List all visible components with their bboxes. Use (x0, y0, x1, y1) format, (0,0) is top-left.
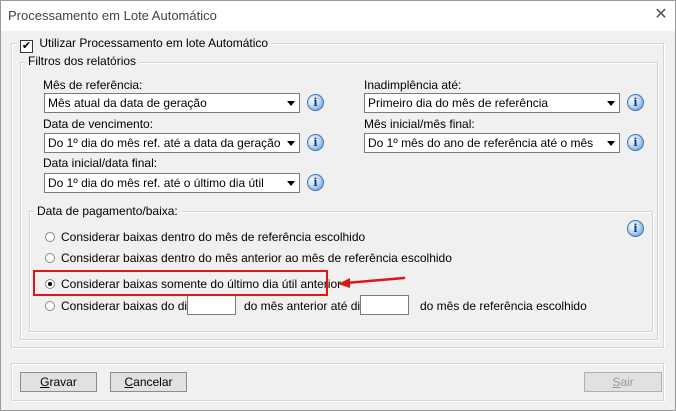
due-date-value: Do 1º dia do mês ref. até a data da gera… (48, 136, 281, 150)
auto-batch-label[interactable]: Utilizar Processamento em lote Automátic… (39, 36, 268, 50)
cancel-button[interactable]: Cancelar (110, 372, 187, 392)
auto-batch-checkbox[interactable]: ✔ (20, 40, 33, 53)
default-until-select[interactable]: Primeiro dia do mês de referência (364, 93, 620, 113)
annotation-arrow-icon (338, 276, 406, 288)
window-title: Processamento em Lote Automático (8, 8, 217, 23)
day-to-input[interactable] (360, 295, 409, 315)
save-button-label: ravar (49, 375, 77, 389)
chevron-down-icon[interactable] (282, 174, 299, 192)
bottom-bar (11, 363, 664, 401)
initial-final-month-value: Do 1º mês do ano de referência até o mês… (368, 136, 596, 150)
info-icon[interactable]: i (307, 134, 324, 151)
filters-legend: Filtros dos relatórios (25, 54, 140, 68)
chevron-down-icon[interactable] (602, 134, 619, 152)
info-icon[interactable]: i (627, 134, 644, 151)
payment-custom-prefix[interactable]: Considerar baixas do dia (61, 299, 194, 313)
initial-final-date-value: Do 1º dia do mês ref. até o último dia ú… (48, 176, 264, 190)
annotation-highlight-box (33, 270, 328, 296)
chevron-down-icon[interactable] (602, 94, 619, 112)
initial-final-month-label: Mês inicial/mês final: (364, 117, 475, 131)
payment-option-radio[interactable] (45, 232, 55, 242)
payment-custom-radio[interactable] (45, 301, 55, 311)
payment-custom-middle: do mês anterior até dia (244, 299, 367, 313)
chevron-down-icon[interactable] (282, 94, 299, 112)
chevron-down-icon[interactable] (282, 134, 299, 152)
exit-button-label: air (620, 375, 634, 389)
due-date-label: Data de vencimento: (43, 117, 154, 131)
payment-option-label[interactable]: Considerar baixas dentro do mês anterior… (61, 251, 452, 265)
cancel-button-label: ancelar (133, 375, 173, 389)
default-until-value: Primeiro dia do mês de referência (368, 96, 549, 110)
initial-final-date-select[interactable]: Do 1º dia do mês ref. até o último dia ú… (44, 173, 300, 193)
info-icon[interactable]: i (307, 174, 324, 191)
save-button-mnemonic: G (40, 375, 50, 389)
cancel-button-mnemonic: C (124, 375, 134, 389)
reference-month-value: Mês atual da data de geração (48, 96, 207, 110)
info-icon[interactable]: i (307, 94, 324, 111)
reference-month-select[interactable]: Mês atual da data de geração (44, 93, 300, 113)
close-icon[interactable]: ✕ (652, 6, 670, 24)
payment-custom-suffix: do mês de referência escolhido (420, 299, 587, 313)
auto-batch-legend: ✔ Utilizar Processamento em lote Automát… (17, 36, 272, 53)
default-until-label: Inadimplência até: (364, 78, 462, 92)
payment-legend: Data de pagamento/baixa: (34, 204, 181, 218)
initial-final-date-label: Data inicial/data final: (43, 156, 158, 170)
save-button[interactable]: Gravar (20, 372, 97, 392)
payment-option-radio[interactable] (45, 253, 55, 263)
due-date-select[interactable]: Do 1º dia do mês ref. até a data da gera… (44, 133, 300, 153)
reference-month-label: Mês de referência: (43, 78, 143, 92)
initial-final-month-select[interactable]: Do 1º mês do ano de referência até o mês… (364, 133, 620, 153)
info-icon[interactable]: i (627, 220, 644, 237)
info-icon[interactable]: i (627, 94, 644, 111)
day-from-input[interactable] (187, 295, 236, 315)
exit-button[interactable]: Sair (584, 372, 662, 392)
payment-option-label[interactable]: Considerar baixas dentro do mês de refer… (61, 230, 365, 244)
